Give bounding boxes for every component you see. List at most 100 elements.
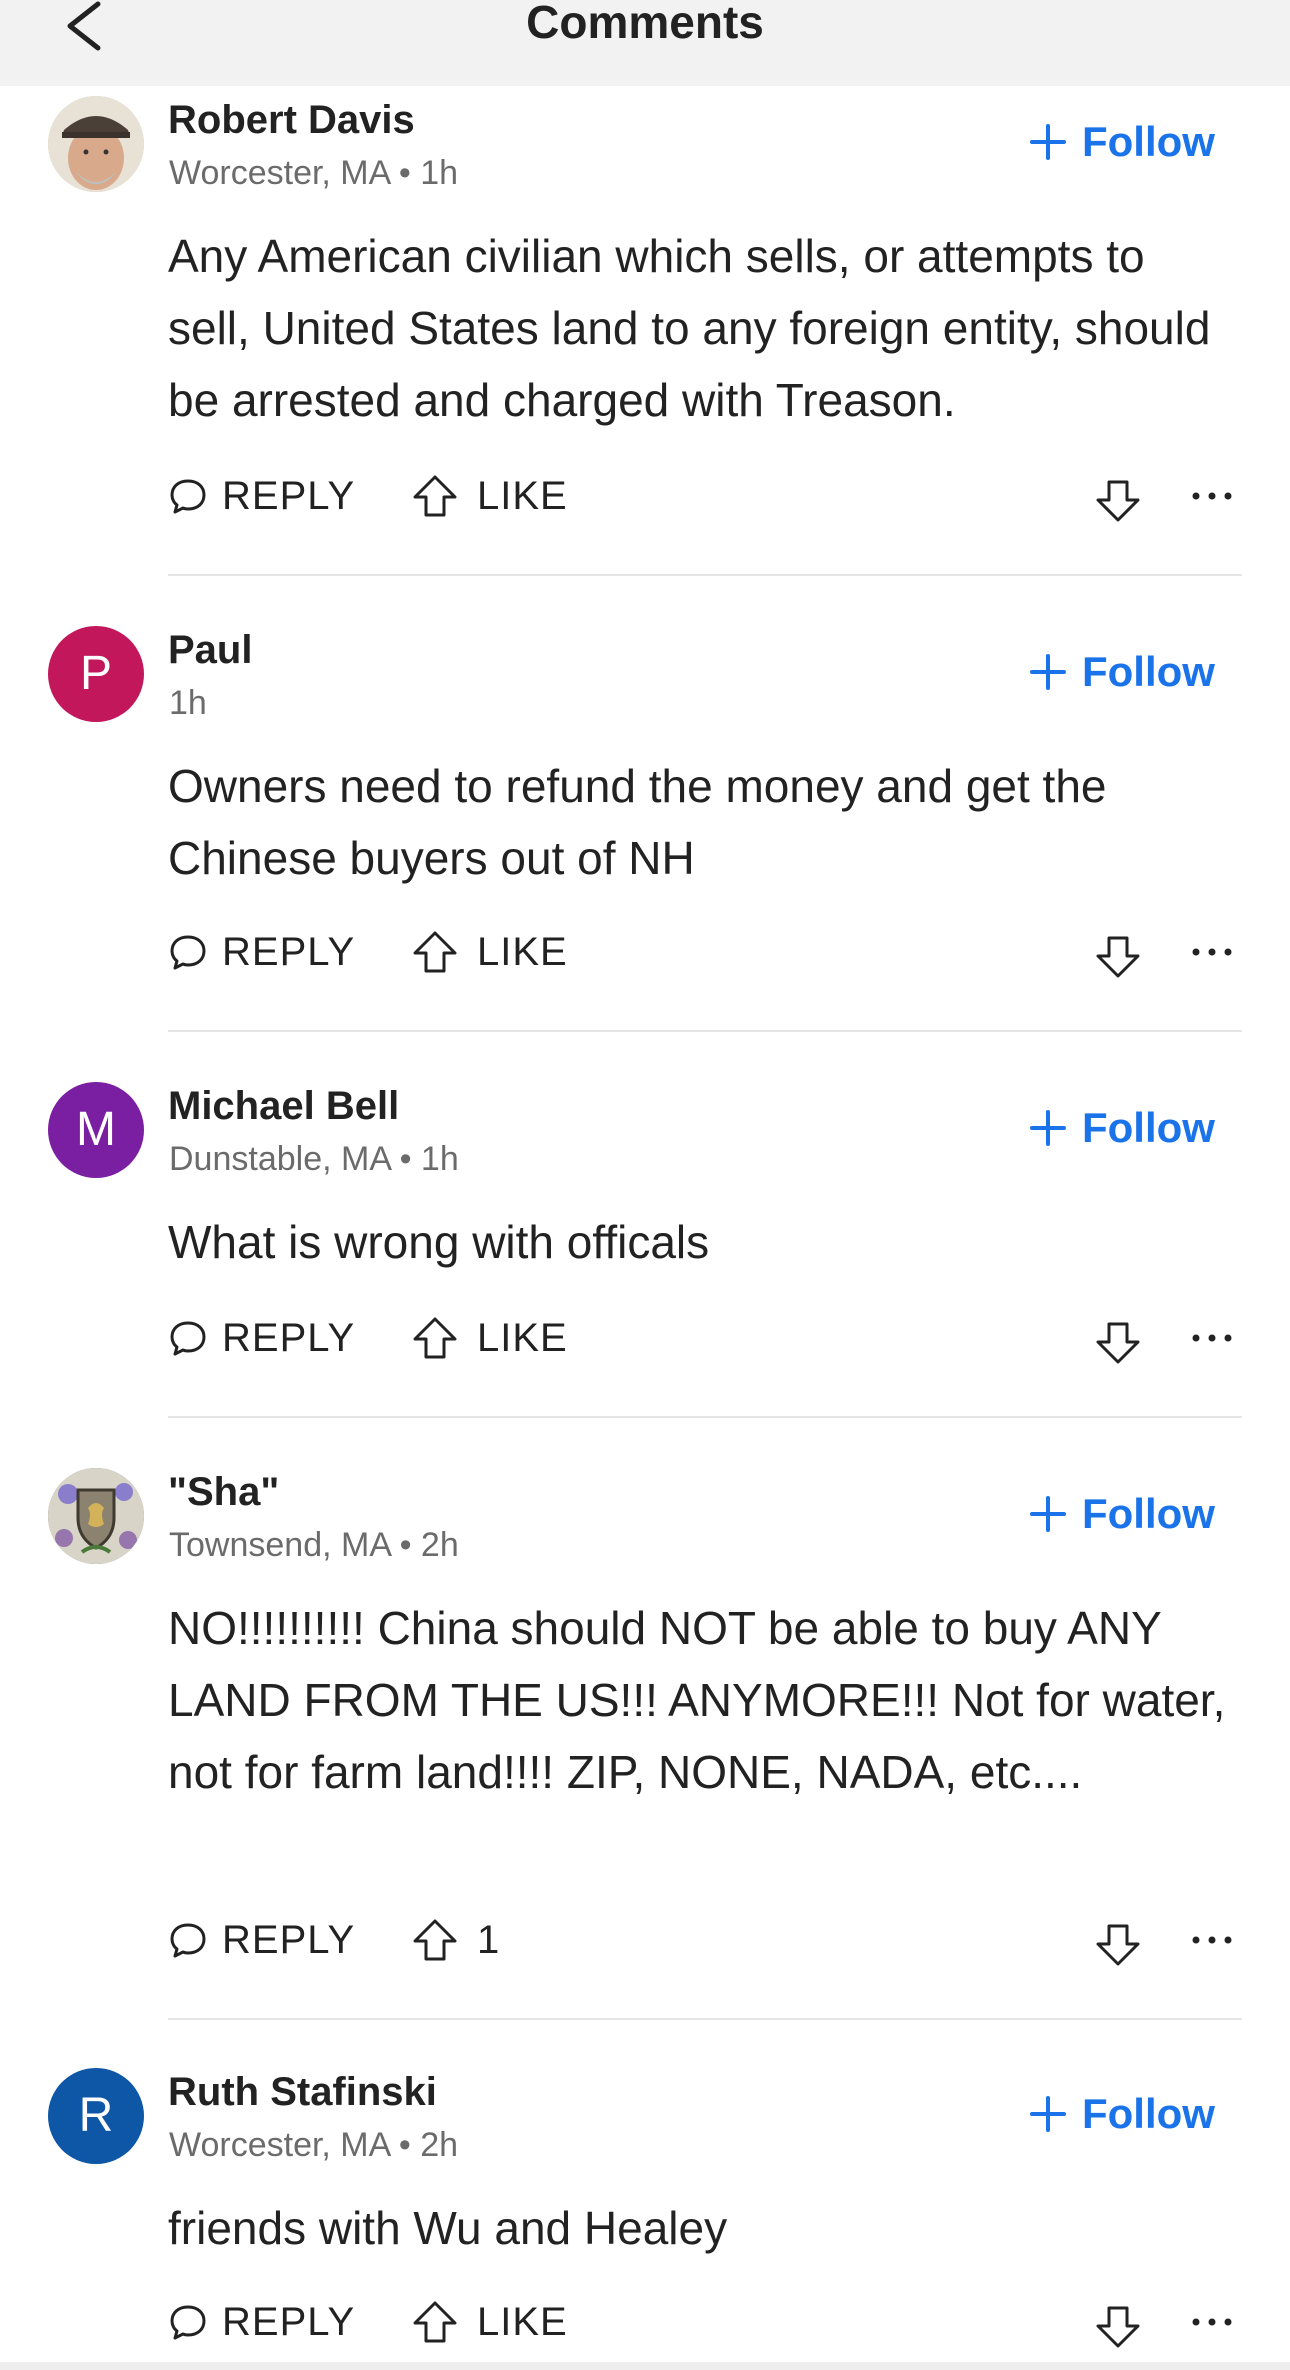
avatar[interactable]: [48, 96, 144, 192]
comment-meta: Dunstable, MA • 1h: [169, 1140, 459, 1178]
follow-button[interactable]: Follow: [1028, 1098, 1215, 1158]
comments-feed[interactable]: Robert Davis Worcester, MA • 1h Follow A…: [0, 86, 1290, 2360]
more-options-button[interactable]: [1184, 1910, 1240, 1970]
more-options-button[interactable]: [1184, 466, 1240, 526]
downvote-arrow-icon: [1096, 1322, 1140, 1364]
like-label: LIKE: [477, 1315, 568, 1360]
upvote-arrow-icon: [413, 475, 457, 517]
header-bar: Comments: [0, 0, 1290, 86]
reply-button[interactable]: REPLY: [168, 2292, 355, 2352]
follow-label: Follow: [1082, 118, 1215, 165]
avatar[interactable]: [48, 1468, 144, 1564]
avatar[interactable]: R: [48, 2068, 144, 2164]
upvote-arrow-icon: [413, 2301, 457, 2343]
comment-item: "Sha" Townsend, MA • 2h Follow NO!!!!!!!…: [0, 1418, 1290, 2020]
downvote-arrow-icon: [1096, 2306, 1140, 2348]
more-options-button[interactable]: [1184, 922, 1240, 982]
bottom-bar: [0, 2362, 1290, 2370]
comment-text: friends with Wu and Healey: [168, 2202, 728, 2254]
author-name[interactable]: Michael Bell: [168, 1084, 399, 1129]
comment-item: M Michael Bell Dunstable, MA • 1h Follow…: [0, 1032, 1290, 1418]
more-dots-icon: [1192, 2318, 1232, 2326]
like-button[interactable]: LIKE: [411, 2292, 568, 2352]
dislike-button[interactable]: [1090, 466, 1146, 526]
avatar-initial: P: [79, 647, 112, 700]
like-count: 1: [477, 1917, 501, 1962]
more-options-button[interactable]: [1184, 2292, 1240, 2352]
comment-actions: REPLY LIKE: [168, 2292, 1238, 2352]
reply-label: REPLY: [222, 473, 356, 518]
comment-item: Robert Davis Worcester, MA • 1h Follow A…: [0, 86, 1290, 576]
follow-button[interactable]: Follow: [1028, 2084, 1215, 2144]
comment-text: Any American civilian which sells, or at…: [168, 230, 1211, 426]
reply-label: REPLY: [222, 1917, 356, 1962]
avatar-initial: R: [78, 2089, 114, 2142]
like-button[interactable]: LIKE: [411, 466, 568, 526]
more-dots-icon: [1192, 948, 1232, 956]
comment-actions: REPLY LIKE: [168, 1308, 1238, 1368]
comment-item: R Ruth Stafinski Worcester, MA • 2h Foll…: [0, 2020, 1290, 2360]
speech-bubble-icon: [170, 2305, 206, 2340]
comment-meta: Worcester, MA • 1h: [169, 154, 459, 192]
reply-label: REPLY: [222, 929, 356, 974]
follow-button[interactable]: Follow: [1028, 112, 1215, 172]
comment-item: P Paul 1h Follow Owners need to refund t…: [0, 576, 1290, 1032]
dislike-button[interactable]: [1090, 2292, 1146, 2352]
reply-label: REPLY: [222, 2299, 356, 2344]
follow-button[interactable]: Follow: [1028, 1484, 1215, 1544]
more-dots-icon: [1192, 1936, 1232, 1944]
follow-label: Follow: [1082, 1104, 1215, 1151]
comment-text: Owners need to refund the money and get …: [168, 760, 1107, 884]
comment-actions: REPLY LIKE: [168, 922, 1238, 982]
dislike-button[interactable]: [1090, 922, 1146, 982]
author-name[interactable]: Paul: [168, 628, 252, 673]
user-photo-icon: [48, 96, 144, 192]
reply-button[interactable]: REPLY: [168, 1308, 355, 1368]
downvote-arrow-icon: [1096, 480, 1140, 522]
plus-icon: [1030, 1110, 1066, 1146]
like-label: LIKE: [477, 473, 568, 518]
avatar-initial: M: [76, 1103, 116, 1156]
follow-button[interactable]: Follow: [1028, 642, 1215, 702]
plus-icon: [1030, 1496, 1066, 1532]
comment-actions: REPLY LIKE: [168, 466, 1238, 526]
comment-meta: Townsend, MA • 2h: [169, 1526, 459, 1564]
page-title: Comments: [526, 0, 764, 48]
avatar[interactable]: P: [48, 626, 144, 722]
reply-label: REPLY: [222, 1315, 356, 1360]
downvote-arrow-icon: [1096, 1924, 1140, 1966]
comment-text: What is wrong with officals: [168, 1216, 710, 1268]
more-dots-icon: [1192, 492, 1232, 500]
like-button[interactable]: LIKE: [411, 1308, 568, 1368]
reply-button[interactable]: REPLY: [168, 1910, 355, 1970]
like-button[interactable]: LIKE: [411, 922, 568, 982]
plus-icon: [1030, 124, 1066, 160]
like-button[interactable]: 1: [411, 1910, 500, 1970]
more-options-button[interactable]: [1184, 1308, 1240, 1368]
author-name[interactable]: Ruth Stafinski: [168, 2070, 437, 2115]
plus-icon: [1030, 654, 1066, 690]
follow-label: Follow: [1082, 1490, 1215, 1537]
reply-button[interactable]: REPLY: [168, 922, 355, 982]
reply-button[interactable]: REPLY: [168, 466, 355, 526]
dislike-button[interactable]: [1090, 1308, 1146, 1368]
comment-text: NO!!!!!!!!!! China should NOT be able to…: [168, 1602, 1226, 1798]
like-label: LIKE: [477, 929, 568, 974]
dislike-button[interactable]: [1090, 1910, 1146, 1970]
avatar[interactable]: M: [48, 1082, 144, 1178]
downvote-arrow-icon: [1096, 936, 1140, 978]
speech-bubble-icon: [170, 935, 206, 970]
comment-actions: REPLY 1: [168, 1910, 1238, 1970]
upvote-arrow-icon: [413, 931, 457, 973]
upvote-arrow-icon: [413, 1919, 457, 1961]
author-name[interactable]: Robert Davis: [168, 98, 415, 143]
plus-icon: [1030, 2096, 1066, 2132]
like-label: LIKE: [477, 2299, 568, 2344]
comment-meta: 1h: [169, 684, 207, 722]
speech-bubble-icon: [170, 1321, 206, 1356]
comment-meta: Worcester, MA • 2h: [169, 2126, 459, 2164]
heraldic-emblem-icon: [48, 1468, 144, 1564]
author-name[interactable]: "Sha": [168, 1470, 279, 1515]
speech-bubble-icon: [170, 1923, 206, 1958]
follow-label: Follow: [1082, 2090, 1215, 2137]
